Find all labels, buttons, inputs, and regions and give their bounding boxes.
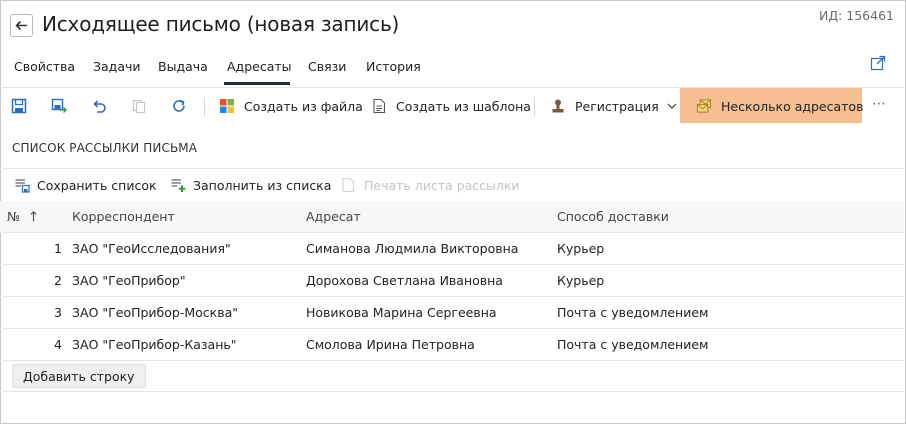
column-header-correspondent[interactable]: Корреспондент bbox=[72, 209, 175, 224]
registration-label: Регистрация bbox=[575, 98, 659, 114]
addressee-cell: Симанова Людмила Викторовна bbox=[306, 241, 519, 256]
refresh-icon[interactable] bbox=[170, 97, 188, 115]
document-icon bbox=[371, 98, 387, 114]
sort-ascending-icon bbox=[30, 210, 37, 222]
column-header-addressee[interactable]: Адресат bbox=[306, 209, 361, 224]
addressee-cell: Смолова Ирина Петровна bbox=[306, 337, 475, 352]
table-row[interactable]: 2 ЗАО "ГеоПрибор" Дорохова Светлана Иван… bbox=[0, 265, 904, 297]
main-toolbar: Создать из файла Создать из шаблона Реги… bbox=[0, 87, 904, 123]
page-title: Исходящее письмо (новая запись) bbox=[42, 12, 400, 36]
multiple-recipients-label: Несколько адресатов bbox=[721, 98, 864, 114]
fill-from-list-label: Заполнить из списка bbox=[193, 177, 332, 193]
registration-dropdown[interactable]: Регистрация bbox=[550, 88, 677, 124]
add-row-button[interactable]: Добавить строку bbox=[12, 364, 146, 388]
toolbar-divider bbox=[534, 97, 535, 116]
save-list-icon bbox=[14, 177, 30, 193]
create-from-file-button[interactable]: Создать из файла bbox=[219, 88, 363, 124]
copy-icon bbox=[130, 97, 148, 115]
tab-tasks[interactable]: Задачи bbox=[93, 59, 141, 74]
table-row[interactable]: 4 ЗАО "ГеоПрибор-Казань" Смолова Ирина П… bbox=[0, 329, 904, 361]
back-button[interactable] bbox=[10, 14, 33, 37]
column-header-number[interactable]: № bbox=[7, 209, 37, 224]
row-number: 4 bbox=[54, 337, 62, 352]
addressee-cell: Новикова Марина Сергеевна bbox=[306, 305, 497, 320]
print-list-button: Печать листа рассылки bbox=[341, 176, 520, 194]
correspondent-cell: ЗАО "ГеоИсследования" bbox=[72, 241, 231, 256]
divider bbox=[0, 391, 904, 392]
correspondent-cell: ЗАО "ГеоПрибор" bbox=[72, 273, 186, 288]
correspondent-cell: ЗАО "ГеоПрибор-Казань" bbox=[72, 337, 237, 352]
active-tab-indicator bbox=[224, 82, 290, 85]
tab-bar: Свойства Задачи Выдача Адресаты Связи Ис… bbox=[0, 52, 904, 84]
row-number: 1 bbox=[54, 241, 62, 256]
tab-links[interactable]: Связи bbox=[308, 59, 346, 74]
divider bbox=[0, 168, 904, 169]
header: Исходящее письмо (новая запись) ИД: 1564… bbox=[0, 0, 904, 52]
delivery-cell: Почта с уведомлением bbox=[557, 337, 709, 352]
envelopes-icon bbox=[696, 98, 712, 114]
column-header-delivery[interactable]: Способ доставки bbox=[557, 209, 669, 224]
chevron-down-icon bbox=[667, 103, 677, 109]
tab-issue[interactable]: Выдача bbox=[158, 59, 208, 74]
tab-properties[interactable]: Свойства bbox=[14, 59, 75, 74]
create-from-template-label: Создать из шаблона bbox=[396, 98, 531, 114]
print-document-icon bbox=[341, 177, 357, 193]
table-row[interactable]: 3 ЗАО "ГеоПрибор-Москва" Новикова Марина… bbox=[0, 297, 904, 329]
arrow-left-icon bbox=[15, 20, 27, 31]
create-from-template-button[interactable]: Создать из шаблона bbox=[371, 88, 531, 124]
addressee-cell: Дорохова Светлана Ивановна bbox=[306, 273, 503, 288]
save-icon[interactable] bbox=[10, 97, 28, 115]
save-list-label: Сохранить список bbox=[37, 177, 157, 193]
correspondent-cell: ЗАО "ГеоПрибор-Москва" bbox=[72, 305, 238, 320]
tab-history[interactable]: История bbox=[366, 59, 421, 74]
print-list-label: Печать листа рассылки bbox=[364, 177, 520, 193]
multiple-recipients-button[interactable]: Несколько адресатов bbox=[696, 88, 863, 124]
section-title: СПИСОК РАССЫЛКИ ПИСЬМА bbox=[12, 141, 198, 155]
delivery-cell: Почта с уведомлением bbox=[557, 305, 709, 320]
toolbar-divider bbox=[204, 97, 205, 116]
undo-icon[interactable] bbox=[90, 97, 108, 115]
office-icon bbox=[219, 98, 235, 114]
fill-list-icon bbox=[170, 177, 186, 193]
row-number: 3 bbox=[54, 305, 62, 320]
record-id: ИД: 156461 bbox=[818, 8, 894, 23]
fill-from-list-button[interactable]: Заполнить из списка bbox=[170, 176, 331, 194]
delivery-cell: Курьер bbox=[557, 273, 605, 288]
save-list-button[interactable]: Сохранить список bbox=[14, 176, 157, 194]
table-header: № Корреспондент Адресат Способ доставки bbox=[0, 201, 904, 233]
table-row[interactable]: 1 ЗАО "ГеоИсследования" Симанова Людмила… bbox=[0, 233, 904, 265]
more-menu-icon[interactable]: ⋯ bbox=[872, 96, 887, 112]
row-number: 2 bbox=[54, 273, 62, 288]
tab-recipients[interactable]: Адресаты bbox=[227, 59, 292, 74]
open-in-new-window-icon[interactable] bbox=[870, 55, 886, 71]
delivery-cell: Курьер bbox=[557, 241, 605, 256]
save-and-close-icon[interactable] bbox=[50, 97, 68, 115]
create-from-file-label: Создать из файла bbox=[244, 98, 363, 114]
person-stamp-icon bbox=[550, 98, 566, 114]
